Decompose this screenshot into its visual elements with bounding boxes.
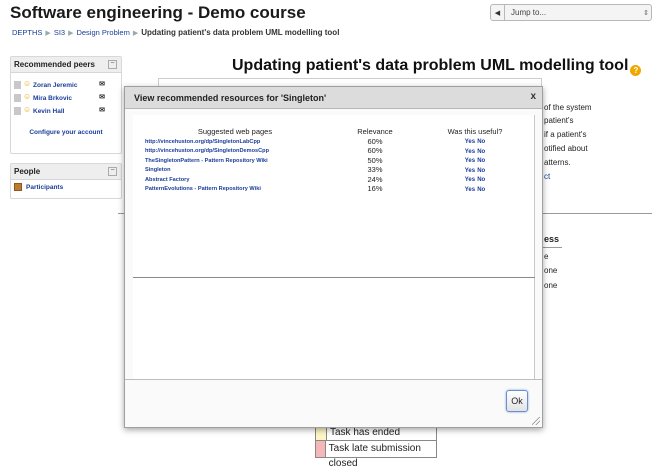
legend-label: Task late submission closed: [328, 443, 421, 468]
table-cell-peek: one: [544, 266, 558, 275]
intro-text-line: of the system: [544, 103, 592, 112]
page-title-text: Updating patient's data problem UML mode…: [232, 57, 629, 74]
people-block: People − Participants: [10, 163, 122, 199]
yes-link[interactable]: Yes: [465, 177, 475, 183]
table-row: http://vincehuston.org/dp/SingletonLabCp…: [145, 137, 525, 147]
breadcrumb-design-problem[interactable]: Design Problem: [76, 28, 129, 37]
no-link[interactable]: No: [477, 177, 485, 183]
site-title: Software engineering - Demo course: [10, 3, 306, 22]
breadcrumb-separator-icon: ▶: [132, 29, 139, 37]
resource-link[interactable]: Singleton: [145, 166, 325, 176]
table-header-peek: ess: [544, 234, 560, 244]
message-icon[interactable]: ✉: [99, 80, 105, 88]
back-arrow-icon[interactable]: ◀: [491, 5, 505, 20]
facebook-icon[interactable]: [14, 81, 21, 89]
footer-divider: [125, 379, 542, 380]
no-link[interactable]: No: [477, 139, 485, 145]
peer-name[interactable]: Mira Brkovic: [33, 95, 72, 102]
people-header: People −: [11, 164, 121, 180]
collapse-icon[interactable]: −: [108, 60, 117, 69]
yes-link[interactable]: Yes: [465, 158, 475, 164]
yes-link[interactable]: Yes: [465, 149, 475, 155]
dialog-header[interactable]: View recommended resources for 'Singleto…: [125, 87, 542, 109]
intro-text-line: atterns.: [544, 158, 571, 167]
resource-link[interactable]: http://vincehuston.org/dp/SingletonDemos…: [145, 147, 325, 157]
select-arrows-icon: ⇕: [643, 9, 649, 17]
table-row: TheSingletonPattern - Pattern Repository…: [145, 156, 525, 166]
table-row: http://vincehuston.org/dp/SingletonDemos…: [145, 146, 525, 157]
user-icon: ☺: [23, 79, 32, 88]
user-icon: ☺: [23, 105, 32, 114]
facebook-icon[interactable]: [14, 94, 21, 102]
recommended-peers-header: Recommended peers −: [11, 57, 121, 73]
message-icon[interactable]: ✉: [99, 93, 105, 101]
recommended-peers-block: Recommended peers − ☺ Zoran Jeremic ✉ ☺ …: [10, 56, 122, 154]
collapse-icon[interactable]: −: [108, 167, 117, 176]
content-divider: [133, 277, 535, 278]
relevance-value: 33%: [367, 165, 383, 175]
no-link[interactable]: No: [477, 168, 485, 174]
resources-table: Suggested web pages Relevance Was this u…: [145, 126, 525, 195]
relevance-value: 16%: [367, 184, 383, 194]
resize-grip-icon[interactable]: [532, 417, 540, 425]
breadcrumb-separator-icon: ▶: [45, 29, 51, 37]
participants-link[interactable]: Participants: [11, 180, 121, 194]
intro-text-line: if a patient's: [544, 130, 587, 139]
legend-swatch: [316, 441, 326, 457]
table-rule: [540, 247, 562, 248]
resource-link[interactable]: TheSingletonPattern - Pattern Repository…: [145, 156, 325, 166]
peer-item[interactable]: ☺ Zoran Jeremic ✉: [11, 79, 121, 92]
user-icon: ☺: [23, 92, 32, 101]
facebook-icon[interactable]: [14, 107, 21, 115]
resource-link[interactable]: Abstract Factory: [145, 175, 325, 185]
intro-text-line: patient's: [544, 116, 574, 125]
yes-link[interactable]: Yes: [465, 168, 475, 174]
close-icon[interactable]: x: [530, 91, 536, 102]
breadcrumb: DEPTHS ▶ SI3 ▶ Design Problem ▶ Updating…: [12, 28, 339, 37]
ok-button[interactable]: Ok: [506, 390, 528, 412]
dialog-title: View recommended resources for 'Singleto…: [134, 93, 327, 103]
no-link[interactable]: No: [477, 158, 485, 164]
people-title: People: [14, 167, 41, 176]
column-header-relevance: Relevance: [357, 127, 393, 136]
intro-text-line: otified about: [544, 144, 588, 153]
column-header-pages: Suggested web pages: [197, 127, 273, 136]
table-cell-peek: one: [544, 281, 558, 290]
peer-item[interactable]: ☺ Kevin Hall ✉: [11, 105, 121, 118]
table-cell-peek: e: [544, 252, 549, 261]
resource-link[interactable]: http://vincehuston.org/dp/SingletonLabCp…: [145, 137, 325, 147]
breadcrumb-depths[interactable]: DEPTHS: [12, 28, 42, 37]
peer-name[interactable]: Zoran Jeremic: [33, 82, 77, 89]
jump-to-select[interactable]: ◀ Jump to... ⇕: [490, 4, 652, 21]
breadcrumb-separator-icon: ▶: [68, 29, 74, 37]
participants-icon: [14, 183, 22, 191]
recommended-resources-dialog: View recommended resources for 'Singleto…: [124, 86, 543, 428]
table-row: Singleton 33% Yes No: [145, 166, 525, 176]
table-row: Abstract Factory 24% Yes No: [145, 175, 525, 185]
dialog-content: Suggested web pages Relevance Was this u…: [133, 115, 535, 380]
table-row: PatternEvolutions - Pattern Repository W…: [145, 185, 525, 195]
page-title: Updating patient's data problem UML mode…: [232, 57, 642, 76]
configure-account-link[interactable]: Configure your account: [11, 118, 121, 136]
message-icon[interactable]: ✉: [99, 106, 105, 114]
breadcrumb-current: Updating patient's data problem UML mode…: [141, 28, 340, 37]
peer-item[interactable]: ☺ Mira Brkovic ✉: [11, 92, 121, 105]
help-icon[interactable]: ?: [630, 65, 642, 76]
yes-link[interactable]: Yes: [465, 187, 475, 193]
legend-late-closed: Task late submission closed: [315, 441, 437, 468]
participants-label[interactable]: Participants: [26, 184, 63, 191]
peer-name[interactable]: Kevin Hall: [33, 108, 64, 115]
no-link[interactable]: No: [477, 149, 485, 155]
no-link[interactable]: No: [477, 187, 485, 193]
yes-link[interactable]: Yes: [465, 139, 475, 145]
table-header-row: Suggested web pages Relevance Was this u…: [145, 126, 525, 137]
breadcrumb-si3[interactable]: SI3: [54, 28, 65, 37]
intro-link[interactable]: ct: [544, 172, 550, 181]
relevance-value: 60%: [367, 146, 383, 156]
recommended-peers-title: Recommended peers: [14, 60, 95, 69]
resource-link[interactable]: PatternEvolutions - Pattern Repository W…: [145, 185, 325, 195]
jump-to-label: Jump to...: [511, 8, 547, 17]
